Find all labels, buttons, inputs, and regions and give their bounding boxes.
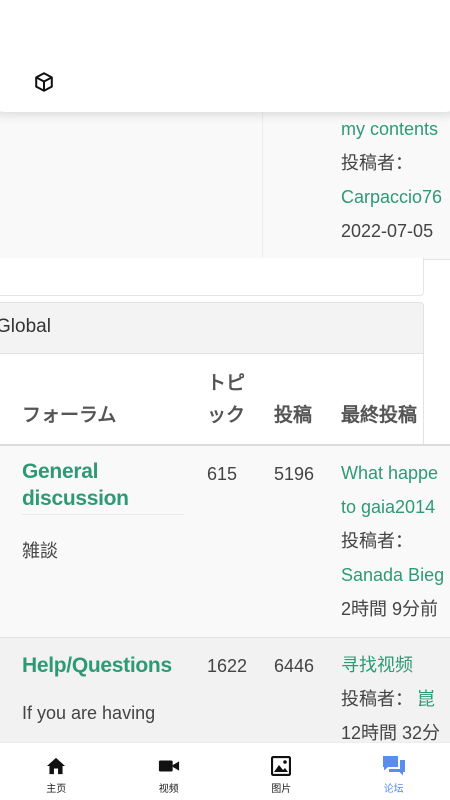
column-header-forum: フォーラム [22, 405, 117, 426]
image-icon [269, 755, 293, 777]
forum-description: If you are having [22, 703, 156, 723]
last-post-by-row: 投稿者：崑 [341, 682, 450, 716]
prev-last-post-author[interactable]: Carpaccio76 [341, 180, 450, 214]
forum-topic-count: 615 [207, 464, 238, 484]
column-header-posts: 投稿 [274, 405, 313, 426]
home-icon [44, 755, 68, 777]
nav-forum-label: 论坛 [383, 784, 404, 795]
prev-last-post-date: 2022-07-05 [341, 221, 434, 241]
prev-last-post-by-label: 投稿者： [341, 153, 413, 173]
nav-home[interactable]: 主页 [0, 743, 113, 800]
nav-forum[interactable]: 论坛 [338, 743, 450, 800]
prev-category-container-edge [0, 258, 424, 296]
category-header [0, 302, 424, 354]
last-post-time: 2時間 9分前 [341, 599, 439, 619]
last-post-author-link[interactable]: 崑 [417, 689, 435, 709]
prev-last-post-title[interactable]: my contents [341, 112, 450, 146]
forum-last-post: 寻找视频 投稿者：崑 12時間 32分 [341, 648, 450, 750]
prev-column-divider [262, 100, 263, 260]
forum-description: 雑談 [22, 541, 58, 561]
last-post-by-label: 投稿者： [341, 531, 413, 551]
forum-post-count: 5196 [274, 464, 315, 484]
nav-images-label: 图片 [271, 784, 292, 795]
last-post-title-link[interactable]: What happe [341, 456, 450, 490]
forum-topic-count: 1622 [207, 656, 248, 676]
forum-post-count: 6446 [274, 656, 315, 676]
forum-chat-icon [382, 755, 406, 777]
column-header-last-post: 最終投稿 [341, 405, 418, 426]
last-post-author-link[interactable]: Sanada Bieg [341, 558, 450, 592]
forum-last-post: What happe to gaia2014 投稿者： Sanada Bieg … [341, 456, 450, 626]
column-header-topics: トピック [207, 373, 246, 426]
nav-video[interactable]: 视频 [113, 743, 226, 800]
last-post-by-label: 投稿者： [341, 689, 413, 709]
last-post-title-link[interactable]: 寻找视频 [341, 648, 450, 682]
last-post-title-link-cont[interactable]: to gaia2014 [341, 490, 450, 524]
prev-last-post: my contents 投稿者： Carpaccio76 2022-07-05 [341, 112, 450, 248]
cube-icon[interactable] [30, 68, 58, 96]
category-title: Global [0, 316, 51, 337]
forum-name-divider [22, 514, 184, 515]
bottom-navigation: 主页 视频 图片 论坛 [0, 742, 450, 800]
forum-name-link[interactable]: Help/Questions [22, 652, 172, 679]
nav-video-label: 视频 [158, 784, 179, 795]
nav-images[interactable]: 图片 [225, 743, 338, 800]
forum-name-link[interactable]: General discussion [22, 458, 172, 512]
nav-home-label: 主页 [46, 784, 67, 795]
video-camera-icon [157, 755, 181, 777]
top-header [0, 0, 450, 112]
